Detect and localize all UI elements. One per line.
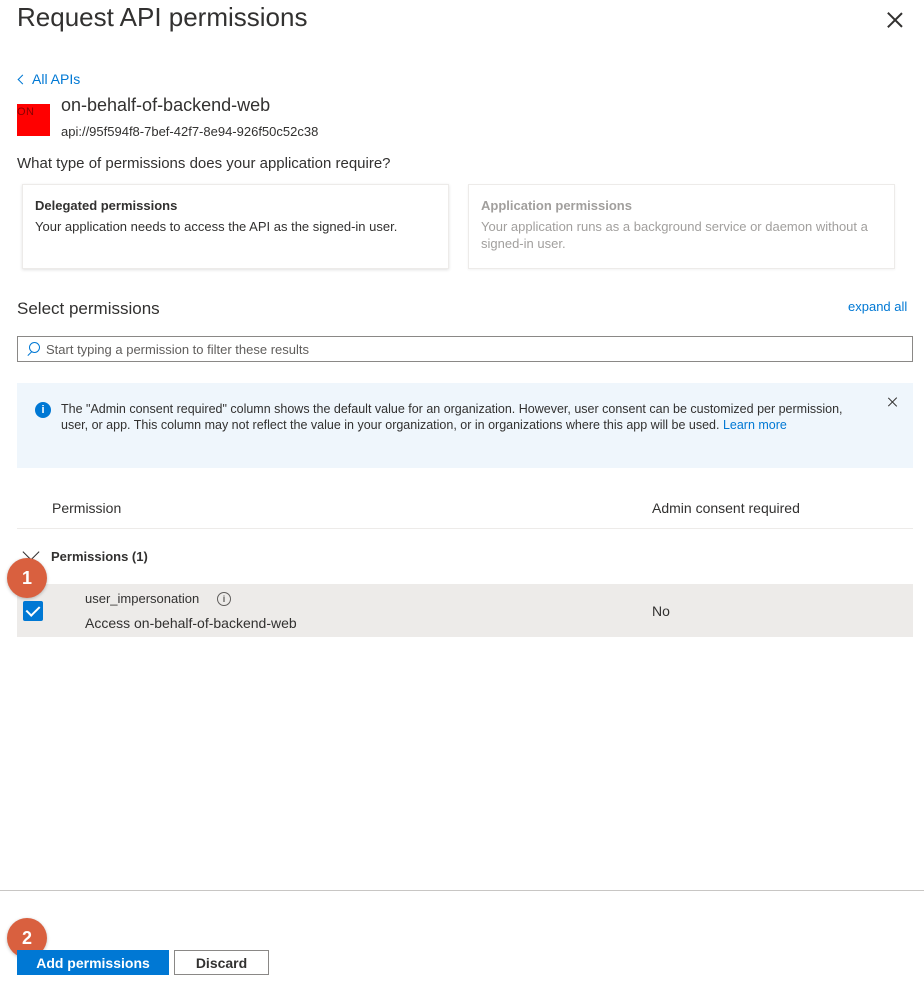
- card-description: Your application runs as a background se…: [481, 219, 868, 251]
- table-row[interactable]: user_impersonation i Access on-behalf-of…: [17, 584, 913, 637]
- card-title: Delegated permissions: [35, 198, 178, 213]
- select-permissions-heading: Select permissions: [17, 299, 160, 318]
- back-to-all-apis-link[interactable]: All APIs: [16, 71, 80, 87]
- expand-all-link[interactable]: expand all: [848, 299, 907, 314]
- api-logo-tile: ON: [17, 104, 50, 136]
- header-divider: [17, 528, 913, 529]
- card-title: Application permissions: [481, 198, 632, 213]
- admin-consent-info-bar: i The "Admin consent required" column sh…: [17, 383, 913, 468]
- api-uri: api://95f594f8-7bef-42f7-8e94-926f50c52c…: [61, 124, 319, 139]
- info-icon: i: [35, 402, 51, 418]
- back-link-label: All APIs: [32, 71, 81, 87]
- chevron-left-icon: [17, 74, 28, 84]
- permission-search-input[interactable]: [46, 341, 906, 357]
- application-permissions-card: Application permissions Your application…: [468, 184, 895, 269]
- dismiss-info-icon[interactable]: [887, 396, 899, 408]
- permission-description: Access on-behalf-of-backend-web: [85, 615, 297, 631]
- search-icon: [26, 342, 40, 356]
- permission-checkbox[interactable]: [23, 601, 43, 621]
- admin-consent-value: No: [652, 603, 670, 619]
- delegated-permissions-card[interactable]: Delegated permissions Your application n…: [22, 184, 449, 269]
- api-name: on-behalf-of-backend-web: [61, 95, 271, 115]
- footer-divider: [0, 890, 924, 891]
- permission-type-question: What type of permissions does your appli…: [17, 155, 391, 172]
- permission-search-box[interactable]: [17, 336, 913, 362]
- card-description: Your application needs to access the API…: [35, 219, 398, 234]
- permission-name: user_impersonation: [85, 591, 200, 606]
- column-header-permission: Permission: [52, 500, 122, 516]
- close-icon[interactable]: [884, 10, 906, 32]
- add-permissions-button[interactable]: Add permissions: [17, 950, 169, 975]
- column-header-admin-consent: Admin consent required: [652, 500, 800, 516]
- info-icon[interactable]: i: [217, 592, 231, 606]
- learn-more-link[interactable]: Learn more: [723, 418, 787, 432]
- group-label: Permissions (1): [51, 548, 148, 564]
- page-title: Request API permissions: [17, 2, 308, 32]
- step-callout-badge: 1: [7, 558, 47, 598]
- discard-button[interactable]: Discard: [174, 950, 269, 975]
